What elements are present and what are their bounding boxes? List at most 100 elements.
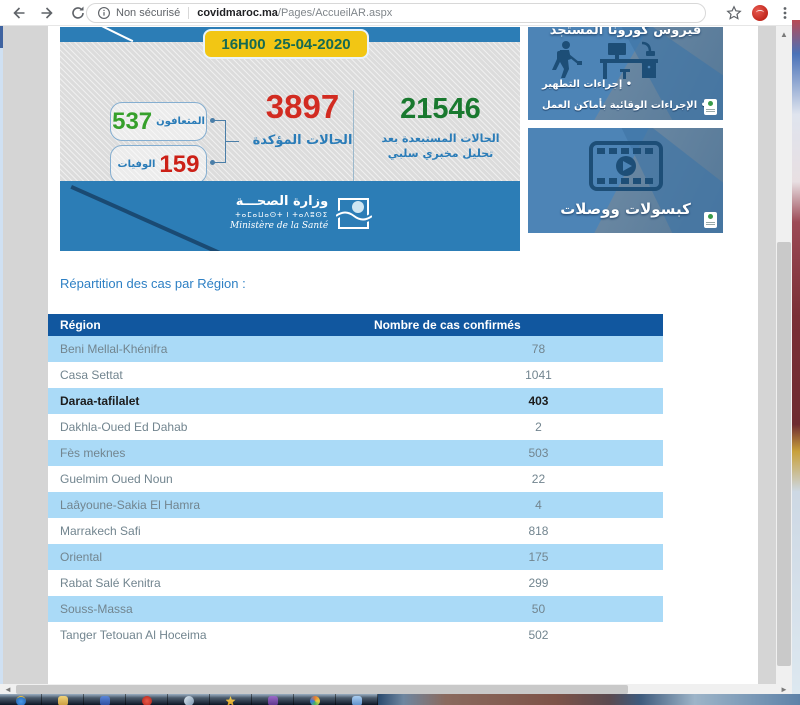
region-cell: Beni Mellal-Khénifra: [48, 342, 374, 356]
page-background: 16H00 25-04-2020 537 المتعافون الوفيات 1…: [0, 26, 800, 684]
taskbar-icon-explorer[interactable]: [42, 694, 84, 705]
workplace-measures-banner[interactable]: فيروس كورونا المستجد: [528, 27, 723, 120]
ministry-logo-icon: [336, 192, 372, 232]
confirmed-cases-group: 3897 الحالات المؤكدة: [240, 90, 365, 148]
region-cell: Tanger Tetouan Al Hoceima: [48, 628, 374, 642]
table-row: Laâyoune-Sakia El Hamra4: [48, 492, 663, 518]
address-bar[interactable]: Non sécurisé covidmaroc.ma/Pages/Accueil…: [86, 3, 706, 23]
cases-cell: 299: [374, 576, 663, 590]
connector-line: [212, 120, 226, 121]
ministry-strip: وزارة الصحـــة ⵜⴰⵎⴰⵡⴰⵙⵜ ⵏ ⵜⴰⴷⵓⵙⵉ Ministè…: [60, 181, 520, 251]
page-content: 16H00 25-04-2020 537 المتعافون الوفيات 1…: [48, 26, 758, 684]
table-row: Beni Mellal-Khénifra78: [48, 336, 663, 362]
table-row: Tanger Tetouan Al Hoceima502: [48, 622, 663, 648]
excluded-cases-group: 21546 الحالات المستبعدة بعد تحليل مخبري …: [368, 94, 513, 162]
decor-slash: [70, 185, 236, 251]
cases-cell: 1041: [374, 368, 663, 382]
table-row: Oriental175: [48, 544, 663, 570]
taskbar-icon-purple-app[interactable]: [252, 694, 294, 705]
header-cases: Nombre de cas confirmés: [374, 318, 663, 332]
sprayer-person-icon: [550, 40, 584, 80]
header-region: Région: [48, 318, 374, 332]
cases-cell: 818: [374, 524, 663, 538]
connector-line: [225, 141, 239, 142]
recovered-label: المتعافون: [156, 116, 205, 127]
forward-icon: [40, 5, 56, 21]
mini-ministry-logo-icon: [704, 212, 717, 228]
stats-divider: [353, 90, 354, 182]
region-cell: Guelmim Oued Noun: [48, 472, 374, 486]
banner1-bullet-2: الإجراءات الوقائية بأماكن العمل: [542, 100, 707, 111]
vertical-scrollbar[interactable]: ▲: [776, 26, 792, 684]
mini-ministry-logo-icon: [704, 99, 717, 115]
background-window-edge: [0, 26, 3, 684]
recovered-count: 537: [112, 110, 152, 134]
deaths-box: الوفيات 159: [110, 145, 207, 184]
url-domain: covidmaroc.ma: [197, 7, 278, 19]
ministry-name-french: Ministère de la Santé: [230, 221, 328, 231]
taskbar-icon-blue-app[interactable]: [84, 694, 126, 705]
cases-cell: 4: [374, 498, 663, 512]
banner1-bullet-1: إجراءات التطهير: [542, 79, 632, 90]
extension-icon[interactable]: [752, 5, 768, 21]
menu-icon[interactable]: [778, 5, 792, 21]
covid-stats-banner[interactable]: 16H00 25-04-2020 537 المتعافون الوفيات 1…: [60, 27, 520, 251]
report-datetime-badge: 16H00 25-04-2020: [203, 29, 369, 59]
region-cell: Oriental: [48, 550, 374, 564]
table-row: Casa Settat1041: [48, 362, 663, 388]
table-row: Dakhla-Oued Ed Dahab2: [48, 414, 663, 440]
excluded-label: الحالات المستبعدة بعد تحليل مخبري سلبي: [368, 132, 513, 162]
confirmed-count: 3897: [240, 90, 365, 125]
forward-button[interactable]: [36, 1, 60, 25]
taskbar-icon-ie[interactable]: [0, 694, 42, 705]
taskbar-icon-media-app[interactable]: [294, 694, 336, 705]
region-cell: Fès meknes: [48, 446, 374, 460]
connector-line: [212, 162, 226, 163]
cases-cell: 502: [374, 628, 663, 642]
url-path: /Pages/AccueilAR.aspx: [278, 7, 392, 19]
refresh-icon: [70, 5, 86, 21]
vertical-scroll-thumb[interactable]: [777, 242, 791, 666]
stats-area: 537 المتعافون الوفيات 159 3897: [60, 42, 520, 181]
horizontal-scroll-thumb[interactable]: [16, 685, 628, 694]
banner2-title: كبسولات ووصلات: [528, 200, 723, 218]
taskbar-icon-star-app[interactable]: [210, 694, 252, 705]
cases-cell: 22: [374, 472, 663, 486]
taskbar-icon-silver-app[interactable]: [168, 694, 210, 705]
region-cell: Dakhla-Oued Ed Dahab: [48, 420, 374, 434]
browser-window: Non sécurisé covidmaroc.ma/Pages/Accueil…: [0, 0, 800, 705]
confirmed-label: الحالات المؤكدة: [240, 133, 365, 148]
cases-cell: 175: [374, 550, 663, 564]
recovered-box: 537 المتعافون: [110, 102, 207, 141]
cases-cell: 78: [374, 342, 663, 356]
bookmark-star-icon[interactable]: [726, 5, 742, 21]
region-cell: Souss-Massa: [48, 602, 374, 616]
cases-cell: 2: [374, 420, 663, 434]
back-button[interactable]: [6, 1, 30, 25]
region-cell: Casa Settat: [48, 368, 374, 382]
region-cell: Laâyoune-Sakia El Hamra: [48, 498, 374, 512]
taskbar-icon-window-app[interactable]: [336, 694, 378, 705]
region-cell: Marrakech Safi: [48, 524, 374, 538]
decor-slash: [95, 27, 134, 42]
table-header: Région Nombre de cas confirmés: [48, 314, 663, 336]
banner1-title: فيروس كورونا المستجد: [528, 27, 723, 38]
excluded-count: 21546: [368, 94, 513, 124]
table-row: Daraa-tafilalet403: [48, 388, 663, 414]
ministry-name-arabic: وزارة الصحـــة: [230, 194, 328, 209]
taskbar-preview-area: [378, 694, 800, 705]
desk-icon: [598, 41, 660, 81]
table-row: Fès meknes503: [48, 440, 663, 466]
windows-taskbar: [0, 694, 800, 705]
region-cell: Rabat Salé Kenitra: [48, 576, 374, 590]
ministry-name-tifinagh: ⵜⴰⵎⴰⵡⴰⵙⵜ ⵏ ⵜⴰⴷⵓⵙⵉ: [230, 211, 328, 219]
taskbar-icon-red-app[interactable]: [126, 694, 168, 705]
region-cell: Daraa-tafilalet: [48, 394, 374, 408]
video-capsules-banner[interactable]: كبسولات ووصلات: [528, 128, 723, 233]
cases-cell: 403: [374, 394, 663, 408]
scroll-up-icon[interactable]: ▲: [776, 28, 792, 42]
section-heading: Répartition des cas par Région :: [60, 276, 246, 291]
browser-toolbar: Non sécurisé covidmaroc.ma/Pages/Accueil…: [0, 0, 800, 26]
table-row: Rabat Salé Kenitra299: [48, 570, 663, 596]
cases-cell: 503: [374, 446, 663, 460]
